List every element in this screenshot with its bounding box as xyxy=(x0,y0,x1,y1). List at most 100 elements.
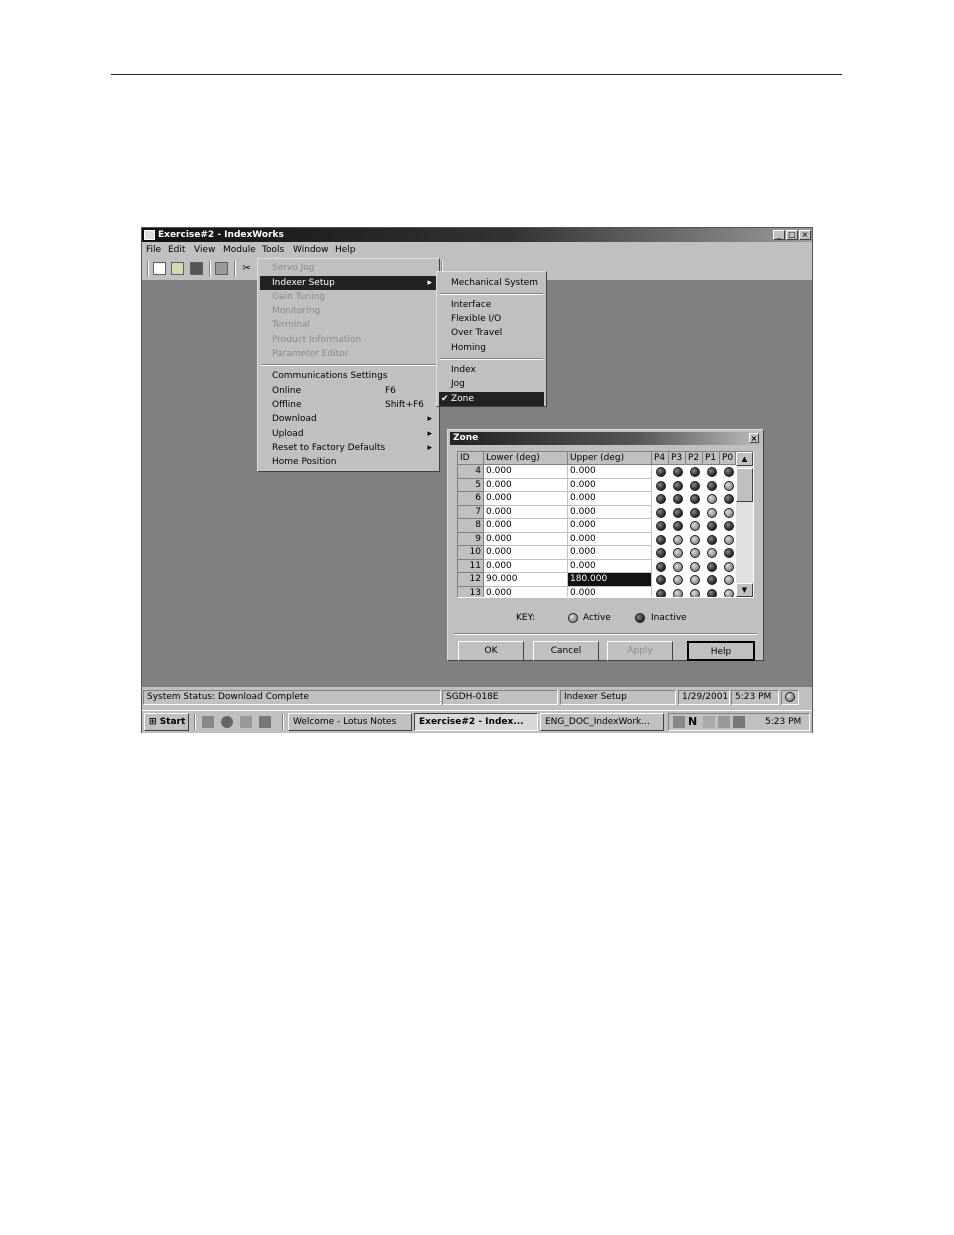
p3-led-icon[interactable] xyxy=(673,521,683,531)
p3-led-icon[interactable] xyxy=(673,588,683,597)
table-row[interactable]: 7 0.000 0.000 xyxy=(458,505,736,519)
p4-led-icon[interactable] xyxy=(656,548,666,558)
upper-deg-cell[interactable]: 0.000 xyxy=(568,519,652,533)
zone-dialog-close-button[interactable]: × xyxy=(749,433,759,443)
p4-led-icon[interactable] xyxy=(656,494,666,504)
title-bar[interactable]: Exercise#2 - IndexWorks _ □ × xyxy=(142,228,812,242)
p4-led-icon[interactable] xyxy=(656,588,666,597)
p1-led-icon[interactable] xyxy=(707,507,717,518)
column-header-p1[interactable]: P1 xyxy=(703,452,720,465)
upper-deg-cell[interactable]: 0.000 xyxy=(568,492,652,506)
p1-led-icon[interactable] xyxy=(707,494,717,504)
printer-icon[interactable] xyxy=(733,716,745,728)
column-header-p4[interactable]: P4 xyxy=(652,452,669,465)
p2-led-icon[interactable] xyxy=(690,521,700,531)
menu-item-mechanical-system[interactable]: Mechanical System xyxy=(439,276,544,290)
menu-window[interactable]: Window xyxy=(293,245,329,255)
cancel-button[interactable]: Cancel xyxy=(533,641,599,661)
p2-led-icon[interactable] xyxy=(690,588,700,597)
upper-deg-cell[interactable]: 180.000 xyxy=(568,573,652,587)
ok-button[interactable]: OK xyxy=(458,641,524,661)
p2-led-icon[interactable] xyxy=(690,467,700,477)
menu-item-indexer-setup[interactable]: Indexer Setup ▸ xyxy=(260,276,437,290)
upper-deg-cell[interactable]: 0.000 xyxy=(568,505,652,519)
volume-icon[interactable] xyxy=(718,716,730,728)
p3-led-icon[interactable] xyxy=(673,507,683,518)
table-row[interactable]: 6 0.000 0.000 xyxy=(458,492,736,506)
upper-deg-cell[interactable]: 0.000 xyxy=(568,478,652,492)
menu-item-homing[interactable]: Homing xyxy=(439,341,544,355)
menu-item-zone[interactable]: ✔ Zone xyxy=(439,392,544,406)
menu-view[interactable]: View xyxy=(194,245,215,255)
notes-tray-icon[interactable]: N xyxy=(688,716,700,728)
outlook-icon[interactable] xyxy=(240,716,252,728)
upper-deg-cell[interactable]: 0.000 xyxy=(568,465,652,479)
table-row[interactable]: 10 0.000 0.000 xyxy=(458,546,736,560)
menu-item-jog[interactable]: Jog xyxy=(439,377,544,391)
column-header-upper[interactable]: Upper (deg) xyxy=(568,452,652,465)
p3-led-icon[interactable] xyxy=(673,548,683,558)
zone-table-scrollbar[interactable]: ▲ ▼ xyxy=(736,452,753,597)
close-button[interactable]: × xyxy=(799,230,811,240)
p3-led-icon[interactable] xyxy=(673,561,683,572)
column-header-p2[interactable]: P2 xyxy=(686,452,703,465)
scroll-up-icon[interactable]: ▲ xyxy=(736,452,753,466)
menu-item-interface[interactable]: Interface xyxy=(439,298,544,312)
network-icon[interactable] xyxy=(673,716,685,728)
mail-icon[interactable] xyxy=(703,716,715,728)
browser-icon[interactable] xyxy=(221,716,233,728)
menu-tools[interactable]: Tools xyxy=(262,245,284,255)
menu-item-download[interactable]: Download ▸ xyxy=(260,412,437,426)
menu-item-communications-settings[interactable]: Communications Settings xyxy=(260,369,437,383)
p2-led-icon[interactable] xyxy=(690,561,700,572)
task-lotus-notes[interactable]: Welcome - Lotus Notes xyxy=(288,713,412,731)
task-indexworks[interactable]: Exercise#2 - Index... xyxy=(414,713,538,731)
upper-deg-cell[interactable]: 0.000 xyxy=(568,546,652,560)
menu-item-flexible-io[interactable]: Flexible I/O xyxy=(439,312,544,326)
maximize-button[interactable]: □ xyxy=(786,230,798,240)
p1-led-icon[interactable] xyxy=(707,575,717,585)
save-icon[interactable] xyxy=(190,262,203,275)
p1-led-icon[interactable] xyxy=(707,480,717,491)
p0-led-icon[interactable] xyxy=(724,507,734,518)
menu-file[interactable]: File xyxy=(146,245,161,255)
menu-item-online[interactable]: Online F6 xyxy=(260,384,437,398)
lower-deg-cell[interactable]: 0.000 xyxy=(484,559,568,573)
upper-deg-cell[interactable]: 0.000 xyxy=(568,586,652,597)
p4-led-icon[interactable] xyxy=(656,521,666,531)
apply-button[interactable]: Apply xyxy=(607,641,673,661)
p4-led-icon[interactable] xyxy=(656,507,666,518)
p1-led-icon[interactable] xyxy=(707,561,717,572)
table-row[interactable]: 11 0.000 0.000 xyxy=(458,559,736,573)
lower-deg-cell[interactable]: 0.000 xyxy=(484,505,568,519)
menu-item-home-position[interactable]: Home Position xyxy=(260,455,437,469)
p4-led-icon[interactable] xyxy=(656,534,666,545)
column-header-lower[interactable]: Lower (deg) xyxy=(484,452,568,465)
open-folder-icon[interactable] xyxy=(171,262,184,275)
lower-deg-cell[interactable]: 0.000 xyxy=(484,492,568,506)
p2-led-icon[interactable] xyxy=(690,575,700,585)
print-icon[interactable] xyxy=(215,262,228,275)
column-header-p0[interactable]: P0 xyxy=(720,452,736,465)
p2-led-icon[interactable] xyxy=(690,480,700,491)
p1-led-icon[interactable] xyxy=(707,467,717,477)
lower-deg-cell[interactable]: 0.000 xyxy=(484,465,568,479)
p4-led-icon[interactable] xyxy=(656,480,666,491)
column-header-id[interactable]: ID xyxy=(458,452,484,465)
p4-led-icon[interactable] xyxy=(656,561,666,572)
minimize-button[interactable]: _ xyxy=(773,230,785,240)
menu-item-over-travel[interactable]: Over Travel xyxy=(439,326,544,340)
help-button[interactable]: Help xyxy=(687,641,755,661)
menu-edit[interactable]: Edit xyxy=(168,245,185,255)
table-row[interactable]: 13 0.000 0.000 xyxy=(458,586,736,597)
p0-led-icon[interactable] xyxy=(724,480,734,491)
p2-led-icon[interactable] xyxy=(690,534,700,545)
table-row[interactable]: 12 90.000 180.000 xyxy=(458,573,736,587)
p0-led-icon[interactable] xyxy=(724,534,734,545)
p2-led-icon[interactable] xyxy=(690,548,700,558)
upper-deg-cell[interactable]: 0.000 xyxy=(568,559,652,573)
p3-led-icon[interactable] xyxy=(673,534,683,545)
p3-led-icon[interactable] xyxy=(673,494,683,504)
p0-led-icon[interactable] xyxy=(724,588,734,597)
p0-led-icon[interactable] xyxy=(724,494,734,504)
